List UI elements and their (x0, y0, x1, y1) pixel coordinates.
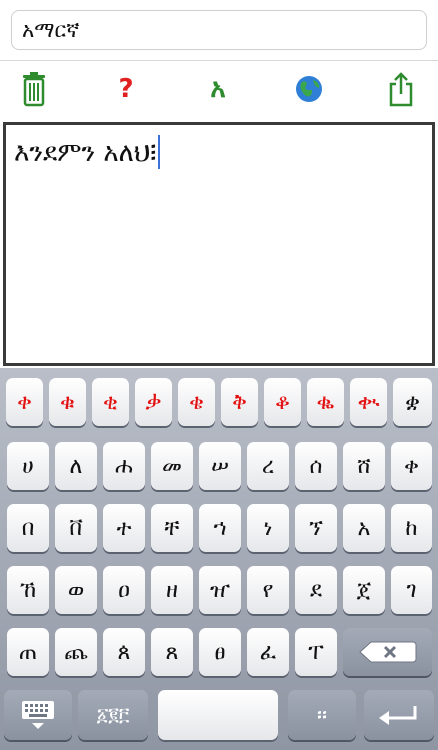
key[interactable]: ጸ (151, 628, 193, 676)
key[interactable]: በ (7, 504, 49, 552)
key[interactable]: ቅ (221, 378, 258, 426)
punctuation-key[interactable]: ። (288, 690, 356, 740)
key[interactable]: ነ (247, 504, 289, 552)
toolbar: ? አ (0, 61, 438, 119)
key[interactable]: ለ (55, 442, 97, 490)
numbers-key-label: ፩፪፫ (96, 704, 130, 726)
key[interactable]: ረ (247, 442, 289, 490)
key[interactable]: ቄ (178, 378, 215, 426)
key[interactable]: ሐ (103, 442, 145, 490)
key[interactable]: ሀ (7, 442, 49, 490)
numbers-key[interactable]: ፩፪፫ (78, 690, 148, 740)
key[interactable]: ደ (295, 566, 337, 614)
return-icon (379, 706, 417, 725)
key[interactable]: ጰ (103, 628, 145, 676)
letter-button[interactable]: አ (198, 69, 238, 109)
editor-text: እንደምን አለህ፧ (14, 135, 161, 169)
key[interactable]: ቸ (151, 504, 193, 552)
share-icon (389, 72, 413, 107)
key[interactable]: ጀ (343, 566, 385, 614)
key[interactable]: ፈ (247, 628, 289, 676)
key[interactable]: ቨ (55, 504, 97, 552)
key[interactable]: ጠ (7, 628, 49, 676)
keyboard-switch-key[interactable] (4, 690, 72, 740)
key[interactable]: ከ (391, 504, 432, 552)
key[interactable]: ተ (103, 504, 145, 552)
space-key[interactable] (158, 690, 278, 740)
help-button[interactable]: ? (106, 69, 146, 109)
key[interactable]: አ (343, 504, 385, 552)
key[interactable]: ፀ (199, 628, 241, 676)
backspace-key[interactable] (343, 628, 432, 676)
globe-icon (296, 76, 322, 102)
key[interactable]: ቃ (135, 378, 172, 426)
key[interactable]: ዐ (103, 566, 145, 614)
language-bar: አማርኛ (0, 0, 438, 60)
key[interactable]: ዘ (151, 566, 193, 614)
key[interactable]: ሰ (295, 442, 337, 490)
key[interactable]: ጨ (55, 628, 97, 676)
key[interactable]: ቂ (92, 378, 129, 426)
editor-text-value: እንደምን አለህ፧ (14, 138, 157, 168)
keyboard: ቀ ቁ ቂ ቃ ቄ ቅ ቆ ቈ ቊ ቋ ሀ ለ ሐ መ ሠ ረ ሰ ሸ ቀ በ … (0, 368, 438, 750)
key[interactable]: የ (247, 566, 289, 614)
share-button[interactable] (381, 69, 421, 109)
return-key[interactable] (364, 690, 434, 740)
keyboard-icon (22, 701, 54, 729)
key[interactable]: ሠ (199, 442, 241, 490)
trash-button[interactable] (14, 69, 54, 109)
key[interactable]: ሸ (343, 442, 385, 490)
key[interactable]: ቊ (350, 378, 387, 426)
backspace-icon (358, 641, 416, 663)
key[interactable]: ኸ (7, 566, 49, 614)
text-editor[interactable]: እንደምን አለህ፧ (3, 122, 435, 366)
key[interactable]: መ (151, 442, 193, 490)
key[interactable]: ገ (391, 566, 432, 614)
key[interactable]: ዠ (199, 566, 241, 614)
key[interactable]: ፐ (295, 628, 337, 676)
key[interactable]: ቋ (393, 378, 432, 426)
text-caret (158, 135, 161, 169)
trash-icon (23, 72, 45, 107)
key[interactable]: ቆ (264, 378, 301, 426)
key[interactable]: ቈ (307, 378, 344, 426)
key[interactable]: ቀ (391, 442, 432, 490)
key[interactable]: ኘ (295, 504, 337, 552)
key[interactable]: ኀ (199, 504, 241, 552)
key[interactable]: ወ (55, 566, 97, 614)
globe-button[interactable] (289, 69, 329, 109)
language-field[interactable]: አማርኛ (11, 10, 427, 50)
key[interactable]: ቀ (6, 378, 43, 426)
key[interactable]: ቁ (49, 378, 86, 426)
